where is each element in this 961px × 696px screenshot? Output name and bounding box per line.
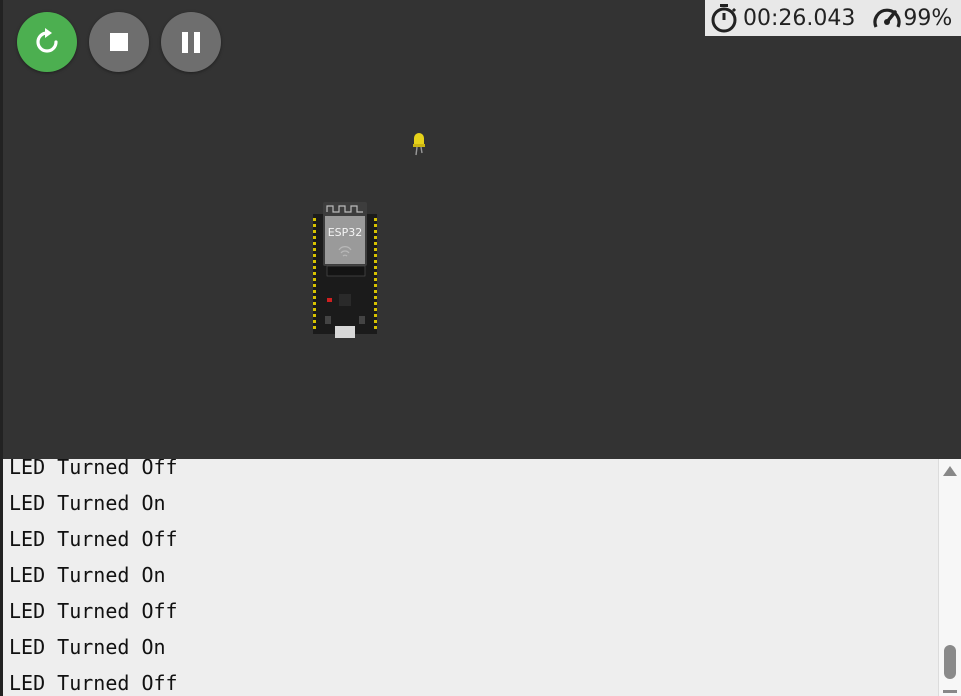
esp32-board[interactable]: ESP32 [311,202,381,338]
pause-button[interactable] [161,12,221,72]
scroll-up-arrow-icon[interactable] [943,466,957,476]
speedometer-icon [873,8,901,28]
serial-monitor[interactable]: LED Turned Off LED Turned On LED Turned … [0,459,961,696]
serial-line: LED Turned Off [9,527,178,551]
serial-line: LED Turned On [9,491,166,515]
serial-scrollbar[interactable] [938,459,961,696]
simulation-canvas[interactable]: 00:26.043 99% ESP32 [0,0,961,459]
stop-icon [110,33,128,51]
simulation-stats: 00:26.043 99% [705,0,961,36]
serial-line: LED Turned Off [9,671,178,695]
scrollbar-thumb[interactable] [944,645,956,679]
stop-button[interactable] [89,12,149,72]
yellow-led[interactable] [411,131,427,157]
serial-line: LED Turned On [9,563,166,587]
elapsed-time: 00:26.043 [743,5,856,31]
restart-button[interactable] [17,12,77,72]
serial-line: LED Turned Off [9,459,178,479]
stopwatch-icon [711,4,737,33]
serial-line: LED Turned Off [9,599,178,623]
pause-icon [182,31,200,53]
restart-icon [36,28,58,53]
serial-output: LED Turned Off LED Turned On LED Turned … [9,459,178,696]
serial-line: LED Turned On [9,635,166,659]
simulation-speed: 99% [903,5,953,31]
scroll-down-arrow-icon[interactable] [943,690,957,693]
esp32-chip-label: ESP32 [328,226,363,239]
